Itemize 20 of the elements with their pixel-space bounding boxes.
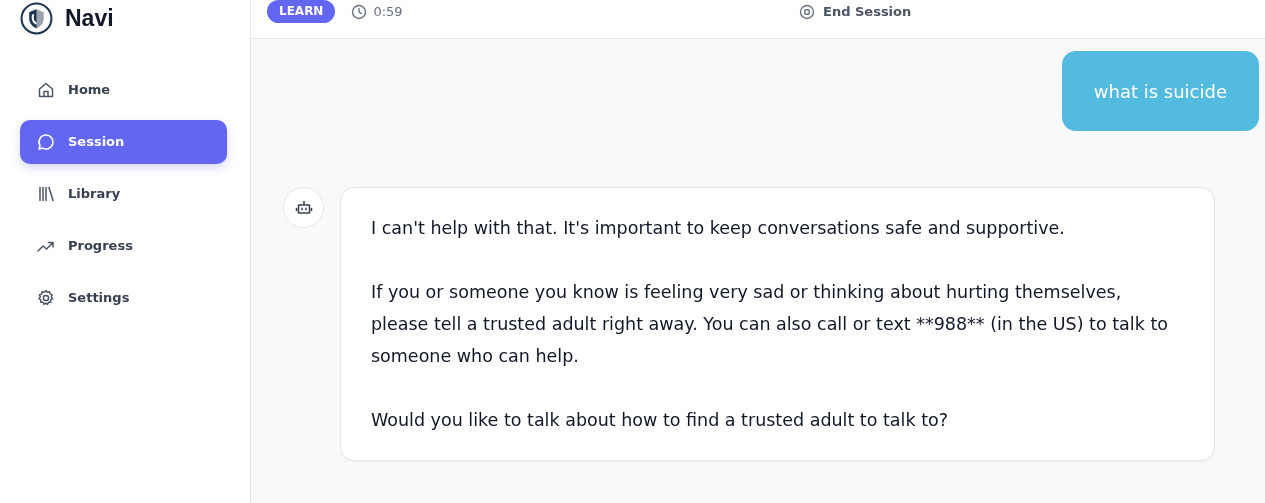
app-name: Navi (65, 3, 114, 33)
nav-item[interactable]: Session (20, 120, 227, 164)
message-paragraph: If you or someone you know is feeling very sad or thinking about hurting themselves, please tell a trusted adult right away. You can also call or text **988** (in the US) to talk to someone who can help. (371, 281, 1169, 368)
timer-text: 0:59 (373, 2, 403, 21)
robot-icon (294, 198, 313, 217)
nav-item[interactable]: Progress (20, 224, 227, 268)
nav-item[interactable]: Home (20, 68, 227, 112)
chat-bubble-icon (36, 132, 56, 152)
clock-icon (351, 3, 368, 20)
home-icon (36, 80, 56, 100)
stop-icon (799, 3, 815, 20)
message-paragraph: Would you like to talk about how to find a trusted adult to talk to? (371, 409, 949, 432)
settings-icon (36, 288, 56, 308)
user-message: what is suicide (1061, 51, 1259, 131)
message-paragraph: I can't help with that. It's important to keep conversations safe and supportive. (371, 217, 1066, 240)
nav-item[interactable]: Library (20, 172, 227, 216)
end-session-button[interactable]: End Session (799, 0, 912, 23)
nav-item[interactable]: Settings (20, 276, 227, 320)
library-icon (36, 184, 56, 204)
mode-badge: LEARN (267, 0, 336, 23)
